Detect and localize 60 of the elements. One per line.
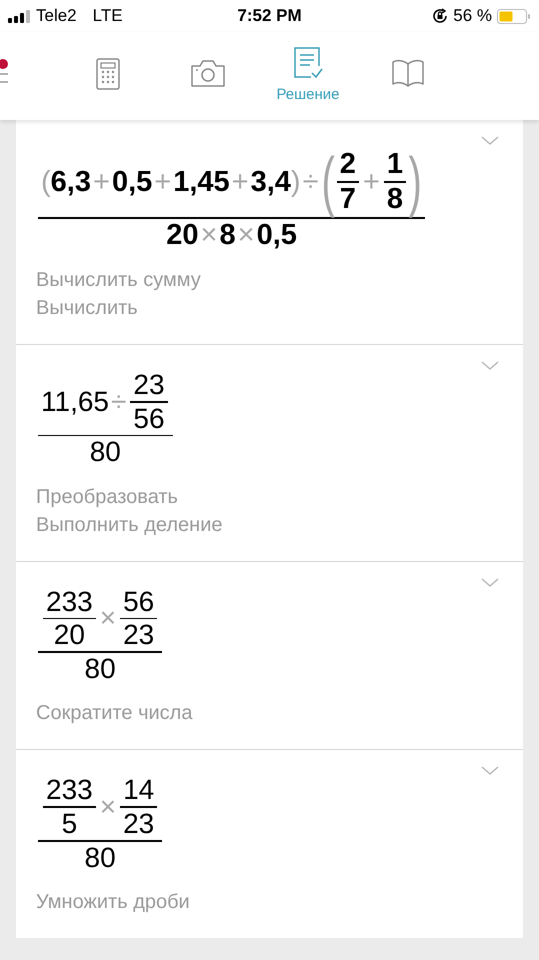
math-number: 233	[46, 774, 93, 806]
math-number: 23	[133, 369, 165, 402]
math-number: 23	[123, 808, 154, 840]
math-number: 8	[386, 183, 403, 217]
step-hint: Вычислить	[36, 296, 139, 322]
rotation-lock-icon	[432, 8, 448, 24]
math-number: 80	[84, 652, 116, 686]
battery-icon	[497, 8, 531, 24]
math-operator: ×	[100, 791, 116, 824]
math-number: 1	[386, 148, 403, 182]
math-operator: ×	[200, 218, 218, 252]
parenthesis: (	[320, 148, 334, 216]
math-number: 11,65	[41, 386, 109, 418]
math-number: 23	[123, 619, 154, 652]
math-number: 2	[340, 148, 356, 182]
step-hint: Умножить дроби	[36, 890, 191, 915]
step-hint: Преобразовать	[36, 484, 179, 510]
chevron-down-icon[interactable]	[481, 766, 499, 776]
parenthesis: )	[408, 148, 422, 216]
math-number: 0,5	[112, 166, 152, 200]
math-number: 56	[133, 402, 165, 435]
parenthesis: )	[290, 166, 301, 200]
math-operator: +	[154, 166, 172, 200]
math-number: 3,4	[250, 166, 291, 200]
carrier-name: Tele2	[36, 6, 77, 26]
math-operator: ÷	[111, 386, 126, 418]
step-hint: Вычислить сумму	[36, 268, 202, 294]
checked-document-icon	[293, 46, 323, 80]
step-hint: Сократите числа	[36, 701, 194, 726]
math-operator: +	[93, 166, 110, 200]
step-hint: Выполнить деление	[36, 512, 224, 538]
math-number: 5	[62, 808, 78, 840]
signal-icon	[8, 10, 30, 22]
math-number: 6,3	[50, 166, 91, 200]
camera-icon	[190, 58, 226, 88]
open-book-icon	[391, 58, 425, 88]
chevron-down-icon[interactable]	[481, 361, 499, 372]
math-number: 1,45	[173, 166, 230, 200]
battery-percentage: 56 %	[453, 6, 492, 26]
parenthesis: (	[41, 166, 51, 200]
math-operator: ×	[100, 602, 116, 635]
network-type: LTE	[92, 6, 123, 26]
math-number: 0,5	[256, 218, 297, 252]
chevron-down-icon[interactable]	[481, 578, 499, 588]
math-number: 7	[340, 183, 356, 217]
chevron-down-icon[interactable]	[481, 136, 499, 146]
math-number: 14	[123, 774, 154, 806]
math-operator: ×	[238, 218, 255, 252]
math-number: 20	[54, 619, 85, 652]
math-operator: ÷	[302, 166, 319, 200]
math-number: 80	[84, 842, 116, 874]
math-number: 56	[123, 586, 154, 618]
math-number: 8	[219, 218, 236, 252]
clock: 7:52 PM	[237, 6, 302, 26]
math-number: 80	[90, 436, 121, 469]
calculator-icon	[96, 58, 120, 90]
math-number: 20	[166, 218, 199, 252]
math-operator: +	[362, 166, 380, 200]
math-operator: +	[232, 166, 249, 200]
math-number: 233	[46, 586, 93, 618]
